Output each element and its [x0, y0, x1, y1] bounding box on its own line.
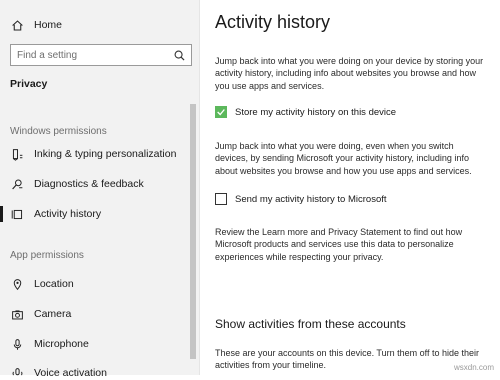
watermark: wsxdn.com	[453, 363, 494, 372]
sidebar-item-label: Camera	[34, 308, 72, 320]
sidebar-item-label: Inking & typing personalization	[34, 148, 177, 160]
sidebar-item-activity-history[interactable]: Activity history	[9, 207, 101, 221]
sidebar: Home Privacy Windows permissions Inking …	[0, 0, 200, 379]
sidebar-scrollbar[interactable]	[190, 104, 196, 359]
search-box[interactable]	[10, 44, 192, 66]
selected-indicator	[0, 206, 3, 222]
sidebar-item-microphone[interactable]: Microphone	[9, 337, 89, 351]
sidebar-item-voice-activation[interactable]: Voice activation	[9, 366, 107, 380]
description-store-locally: Jump back into what you were doing on yo…	[215, 56, 484, 91]
pen-icon	[9, 147, 25, 161]
sidebar-item-inking[interactable]: Inking & typing personalization	[9, 147, 176, 161]
privacy-statement-text: Review the Learn more and Privacy Statem…	[215, 227, 463, 262]
main-content: Activity history Jump back into what you…	[201, 0, 500, 375]
app-permissions-label: App permissions	[10, 250, 84, 261]
sidebar-item-label: Diagnostics & feedback	[34, 178, 144, 190]
checkmark-icon	[217, 109, 225, 116]
location-icon	[9, 277, 25, 291]
send-history-checkbox-row[interactable]: Send my activity history to Microsoft	[215, 193, 387, 205]
privacy-heading: Privacy	[10, 78, 48, 90]
sidebar-item-diagnostics[interactable]: Diagnostics & feedback	[9, 177, 144, 191]
voice-icon	[9, 366, 25, 380]
home-label: Home	[34, 19, 63, 31]
page-title: Activity history	[215, 12, 331, 32]
sidebar-item-label: Microphone	[34, 338, 89, 350]
search-icon[interactable]	[174, 50, 185, 61]
send-history-label: Send my activity history to Microsoft	[235, 193, 387, 205]
store-history-checkbox-row[interactable]: Store my activity history on this device	[215, 106, 396, 118]
accounts-section-title: Show activities from these accounts	[215, 317, 406, 331]
store-history-label: Store my activity history on this device	[235, 106, 397, 118]
diagnostics-icon	[9, 177, 25, 191]
sidebar-item-label: Location	[34, 278, 74, 290]
search-input[interactable]	[17, 48, 167, 62]
activity-icon	[9, 207, 25, 221]
sidebar-item-label: Activity history	[34, 208, 102, 220]
camera-icon	[9, 307, 25, 321]
store-history-checkbox[interactable]	[215, 106, 227, 118]
sidebar-item-location[interactable]: Location	[9, 277, 74, 291]
microphone-icon	[9, 337, 25, 351]
sidebar-item-camera[interactable]: Camera	[9, 307, 71, 321]
accounts-description: These are your accounts on this device. …	[215, 348, 479, 371]
windows-permissions-label: Windows permissions	[10, 126, 107, 137]
sidebar-item-label: Voice activation	[34, 367, 107, 379]
home-icon	[9, 18, 25, 32]
send-history-checkbox[interactable]	[215, 193, 227, 205]
description-send-to-microsoft: Jump back into what you were doing, even…	[215, 141, 472, 176]
home-link[interactable]: Home	[9, 18, 62, 32]
